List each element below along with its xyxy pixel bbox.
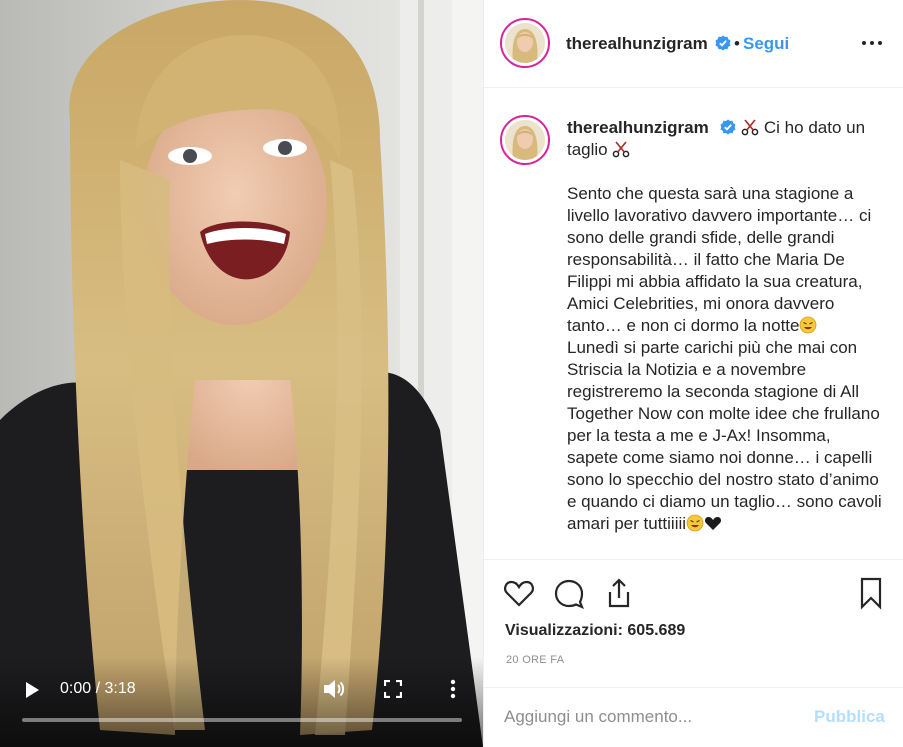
scissors-icon bbox=[741, 119, 759, 136]
separator-dot: • bbox=[734, 34, 740, 53]
follow-button[interactable]: Segui bbox=[743, 34, 789, 54]
caption-body: Sento che questa sarà una stagione a liv… bbox=[567, 183, 882, 535]
avatar[interactable] bbox=[500, 18, 550, 68]
comment-composer: Pubblica bbox=[484, 687, 903, 747]
scissors-icon bbox=[613, 141, 630, 158]
caption-avatar-image bbox=[505, 120, 545, 160]
video-time: 0:00 / 3:18 bbox=[60, 680, 136, 697]
video-more-icon[interactable] bbox=[446, 678, 460, 700]
caption-username[interactable]: therealhunzigram bbox=[567, 118, 709, 137]
caption-head: therealhunzigram Ci ho dato un taglio bbox=[567, 117, 882, 161]
comment-input[interactable] bbox=[504, 702, 804, 732]
video-controls-overlay bbox=[0, 657, 483, 747]
black-heart-emoji-icon bbox=[705, 517, 722, 530]
verified-badge-icon bbox=[715, 35, 731, 51]
post-header: therealhunzigram • Segui bbox=[484, 0, 903, 88]
caption-text: therealhunzigram Ci ho dato un taglio Se… bbox=[567, 117, 882, 535]
caption-body-part-1: Sento che questa sarà una stagione a liv… bbox=[567, 184, 876, 335]
fullscreen-icon[interactable] bbox=[384, 680, 402, 698]
video-progress-bar[interactable] bbox=[22, 718, 462, 722]
volume-icon[interactable] bbox=[322, 678, 346, 700]
share-upload-icon[interactable] bbox=[602, 576, 636, 610]
video-frame-image bbox=[0, 0, 483, 747]
post-sidebar: therealhunzigram • Segui therealhunzigra… bbox=[483, 0, 903, 747]
view-count: Visualizzazioni: 605.689 bbox=[505, 622, 686, 639]
rolling-laughing-emoji-icon bbox=[686, 514, 704, 532]
post-actions: Visualizzazioni: 605.689 20 ORE FA bbox=[484, 559, 903, 687]
more-options-icon[interactable] bbox=[860, 36, 884, 50]
verified-badge-icon bbox=[720, 119, 736, 135]
caption-body-part-2: Lunedì si parte carichi più che mai con … bbox=[567, 338, 887, 533]
heart-outline-icon[interactable] bbox=[502, 576, 536, 610]
rolling-laughing-emoji-icon bbox=[800, 316, 817, 334]
avatar-image bbox=[505, 23, 545, 63]
video-player[interactable]: 0:00 / 3:18 bbox=[0, 0, 483, 747]
speech-bubble-icon[interactable] bbox=[552, 576, 586, 610]
play-icon[interactable] bbox=[22, 680, 42, 700]
post-timestamp[interactable]: 20 ORE FA bbox=[506, 654, 564, 666]
caption-avatar[interactable] bbox=[500, 115, 550, 165]
username-link[interactable]: therealhunzigram bbox=[566, 34, 708, 53]
bookmark-icon[interactable] bbox=[854, 576, 888, 610]
caption-area: therealhunzigram Ci ho dato un taglio Se… bbox=[484, 89, 903, 559]
publish-button[interactable]: Pubblica bbox=[814, 707, 885, 727]
header-user: therealhunzigram bbox=[566, 34, 731, 54]
